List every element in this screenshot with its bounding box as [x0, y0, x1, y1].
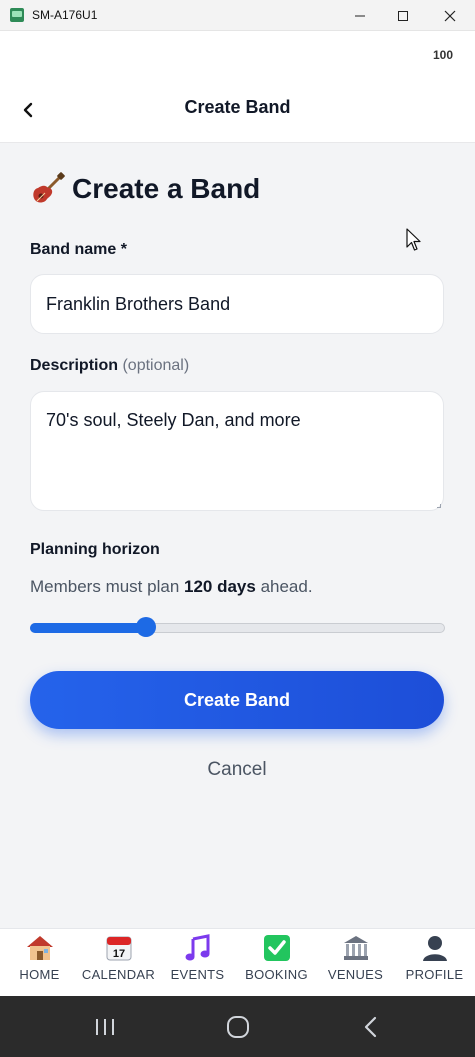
nav-label: CALENDAR — [81, 967, 156, 982]
house-icon — [26, 936, 53, 960]
nav-label: PROFILE — [405, 967, 464, 982]
create-band-button[interactable]: Create Band — [30, 671, 444, 729]
nav-events[interactable]: EVENTS — [158, 929, 237, 996]
close-window-button[interactable] — [427, 0, 473, 31]
slider-fill — [30, 623, 147, 633]
recent-apps-icon[interactable] — [92, 1014, 118, 1040]
hint-days-value: 120 days — [184, 577, 256, 596]
guitar-icon — [33, 172, 65, 203]
hint-prefix: Members must plan — [30, 577, 184, 596]
bottom-navigation: HOME 17 CALENDAR EVENTS BOOKING VENUES P… — [0, 928, 475, 996]
app-header: Create Band — [0, 79, 475, 143]
planning-horizon-label: Planning horizon — [30, 541, 160, 558]
description-label-text: Description — [30, 357, 119, 374]
band-name-label: Band name * — [30, 241, 127, 258]
description-text: 70's soul, Steely Dan, and more — [46, 410, 301, 430]
home-circle-icon[interactable] — [225, 1014, 251, 1040]
calendar-icon: 17 — [106, 936, 131, 961]
window-title: SM-A176U1 — [32, 8, 98, 22]
resize-grip-icon[interactable] — [437, 504, 441, 508]
mouse-cursor-icon — [406, 228, 421, 251]
cancel-button[interactable]: Cancel — [30, 759, 444, 781]
nav-label: HOME — [19, 967, 60, 982]
battery-level: 100 — [432, 48, 453, 62]
system-navigation-bar — [0, 996, 475, 1057]
planning-horizon-hint: Members must plan 120 days ahead. — [30, 577, 313, 597]
status-bar: 100 — [0, 31, 475, 79]
page-title-text: Create a Band — [72, 173, 261, 204]
nav-profile[interactable]: PROFILE — [395, 929, 474, 996]
check-mark-icon — [263, 935, 290, 961]
nav-venues[interactable]: VENUES — [316, 929, 395, 996]
hint-suffix: ahead. — [255, 577, 313, 596]
minimize-button[interactable] — [337, 0, 383, 31]
maximize-button[interactable] — [380, 0, 426, 31]
nav-label: BOOKING — [245, 967, 308, 982]
person-icon — [422, 936, 447, 961]
description-textarea[interactable]: 70's soul, Steely Dan, and more — [30, 391, 444, 511]
app-icon — [10, 8, 24, 22]
header-title: Create Band — [184, 97, 291, 117]
window-titlebar: SM-A176U1 — [0, 0, 475, 31]
back-arrow-icon[interactable] — [358, 1014, 384, 1040]
nav-label: VENUES — [327, 967, 384, 982]
nav-calendar[interactable]: 17 CALENDAR — [79, 929, 158, 996]
slider-thumb[interactable] — [136, 617, 157, 637]
description-label: Description (optional) — [30, 357, 189, 375]
minimize-icon — [355, 15, 365, 16]
venue-building-icon — [343, 936, 368, 960]
music-note-icon — [185, 934, 209, 961]
nav-booking[interactable]: BOOKING — [237, 929, 316, 996]
page-title: Create a Band — [30, 171, 260, 207]
planning-horizon-slider[interactable] — [30, 617, 445, 637]
maximize-icon — [398, 10, 408, 21]
close-icon — [444, 10, 456, 21]
band-name-input[interactable]: Franklin Brothers Band — [30, 274, 444, 334]
optional-hint: (optional) — [122, 357, 190, 374]
svg-text:17: 17 — [112, 948, 124, 960]
nav-home[interactable]: HOME — [0, 929, 79, 996]
nav-label: EVENTS — [170, 967, 225, 982]
